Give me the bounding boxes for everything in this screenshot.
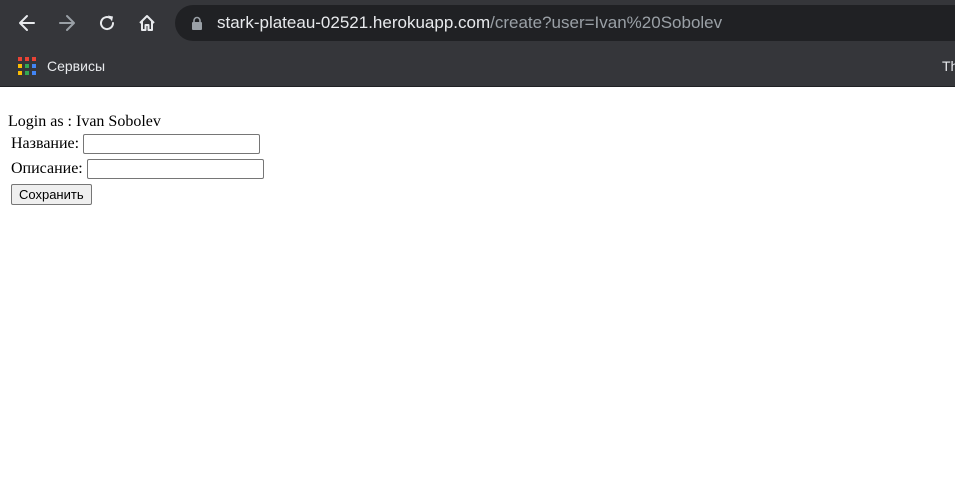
overflow-bookmark[interactable]: Th bbox=[942, 54, 955, 78]
login-status: Login as : Ivan Sobolev bbox=[8, 113, 161, 130]
name-label: Название: bbox=[11, 135, 80, 152]
address-bar[interactable]: stark-plateau-02521.herokuapp.com/create… bbox=[175, 5, 955, 41]
description-label: Описание: bbox=[11, 160, 83, 177]
url-host: stark-plateau-02521.herokuapp.com bbox=[217, 13, 491, 32]
description-row: Описание: bbox=[11, 159, 264, 179]
apps-bookmark[interactable]: Сервисы bbox=[18, 54, 105, 78]
home-icon bbox=[139, 15, 155, 31]
apps-bookmark-label: Сервисы bbox=[47, 58, 106, 74]
bookmarks-bar: Сервисы Th bbox=[0, 46, 955, 87]
url-path: /create?user=Ivan%20Sobolev bbox=[490, 13, 723, 32]
reload-icon bbox=[100, 15, 115, 31]
home-button[interactable] bbox=[132, 8, 162, 38]
name-row: Название: bbox=[11, 134, 261, 154]
name-input[interactable] bbox=[83, 134, 261, 154]
forward-button[interactable] bbox=[52, 8, 82, 38]
save-button[interactable]: Сохранить bbox=[11, 184, 92, 205]
description-input[interactable] bbox=[86, 159, 264, 179]
browser-toolbar: stark-plateau-02521.herokuapp.com/create… bbox=[0, 0, 955, 46]
arrow-left-icon bbox=[19, 15, 35, 31]
back-button[interactable] bbox=[12, 8, 42, 38]
reload-button[interactable] bbox=[92, 8, 122, 38]
arrow-right-icon bbox=[59, 15, 75, 31]
apps-grid-icon bbox=[18, 57, 36, 75]
page-content: Login as : Ivan Sobolev Название: Описан… bbox=[0, 87, 955, 478]
lock-icon bbox=[192, 16, 202, 30]
url-text[interactable]: stark-plateau-02521.herokuapp.com/create… bbox=[217, 5, 722, 41]
